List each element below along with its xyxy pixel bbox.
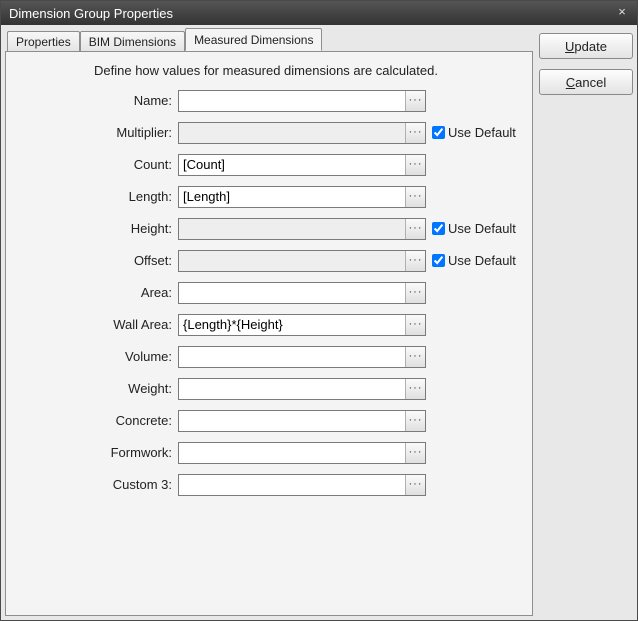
- count-field[interactable]: [Count] ···: [178, 154, 426, 176]
- row-multiplier: Multiplier: ··· Use Default: [18, 122, 520, 144]
- wall-area-field[interactable]: {Length}*{Height} ···: [178, 314, 426, 336]
- close-icon[interactable]: ×: [613, 5, 631, 21]
- offset-field: ···: [178, 250, 426, 272]
- concrete-browse-button[interactable]: ···: [405, 411, 425, 431]
- label-volume: Volume:: [18, 349, 178, 364]
- tab-strip: Properties BIM Dimensions Measured Dimen…: [5, 29, 533, 51]
- row-name: Name: ···: [18, 90, 520, 112]
- label-area: Area:: [18, 285, 178, 300]
- label-name: Name:: [18, 93, 178, 108]
- length-text[interactable]: [Length]: [179, 187, 405, 207]
- height-use-default-checkbox[interactable]: [432, 222, 445, 235]
- height-text: [179, 219, 405, 239]
- label-count: Count:: [18, 157, 178, 172]
- weight-field[interactable]: ···: [178, 378, 426, 400]
- row-concrete: Concrete: ···: [18, 410, 520, 432]
- use-default-label: Use Default: [448, 125, 516, 140]
- height-use-default[interactable]: Use Default: [432, 221, 520, 236]
- custom3-text[interactable]: [179, 475, 405, 495]
- custom3-browse-button[interactable]: ···: [405, 475, 425, 495]
- dialog-window: Dimension Group Properties × Properties …: [0, 0, 638, 621]
- concrete-field[interactable]: ···: [178, 410, 426, 432]
- row-wall-area: Wall Area: {Length}*{Height} ···: [18, 314, 520, 336]
- row-custom3: Custom 3: ···: [18, 474, 520, 496]
- multiplier-use-default-checkbox[interactable]: [432, 126, 445, 139]
- label-height: Height:: [18, 221, 178, 236]
- weight-text[interactable]: [179, 379, 405, 399]
- volume-text[interactable]: [179, 347, 405, 367]
- formwork-browse-button[interactable]: ···: [405, 443, 425, 463]
- wall-area-text[interactable]: {Length}*{Height}: [179, 315, 405, 335]
- concrete-text[interactable]: [179, 411, 405, 431]
- fields-container: Name: ··· Multiplier:: [18, 90, 520, 496]
- update-rest: pdate: [574, 39, 607, 54]
- multiplier-use-default[interactable]: Use Default: [432, 125, 520, 140]
- tab-bim-dimensions[interactable]: BIM Dimensions: [80, 31, 185, 52]
- name-field[interactable]: ···: [178, 90, 426, 112]
- titlebar: Dimension Group Properties ×: [1, 1, 637, 25]
- multiplier-field: ···: [178, 122, 426, 144]
- weight-browse-button[interactable]: ···: [405, 379, 425, 399]
- cancel-hotkey: C: [566, 75, 575, 90]
- label-multiplier: Multiplier:: [18, 125, 178, 140]
- height-field: ···: [178, 218, 426, 240]
- use-default-label: Use Default: [448, 221, 516, 236]
- custom3-field[interactable]: ···: [178, 474, 426, 496]
- tab-panel-measured: Define how values for measured dimension…: [5, 51, 533, 616]
- row-area: Area: ···: [18, 282, 520, 304]
- row-volume: Volume: ···: [18, 346, 520, 368]
- multiplier-text: [179, 123, 405, 143]
- area-field[interactable]: ···: [178, 282, 426, 304]
- area-browse-button[interactable]: ···: [405, 283, 425, 303]
- offset-text: [179, 251, 405, 271]
- label-wall-area: Wall Area:: [18, 317, 178, 332]
- area-text[interactable]: [179, 283, 405, 303]
- intro-text: Define how values for measured dimension…: [94, 62, 454, 80]
- tab-properties[interactable]: Properties: [7, 31, 80, 52]
- count-browse-button[interactable]: ···: [405, 155, 425, 175]
- formwork-text[interactable]: [179, 443, 405, 463]
- length-field[interactable]: [Length] ···: [178, 186, 426, 208]
- tab-measured-dimensions[interactable]: Measured Dimensions: [185, 28, 322, 51]
- update-button[interactable]: Update: [539, 33, 633, 59]
- offset-use-default-checkbox[interactable]: [432, 254, 445, 267]
- name-browse-button[interactable]: ···: [405, 91, 425, 111]
- offset-browse-button[interactable]: ···: [405, 251, 425, 271]
- label-custom3: Custom 3:: [18, 477, 178, 492]
- multiplier-browse-button[interactable]: ···: [405, 123, 425, 143]
- row-count: Count: [Count] ···: [18, 154, 520, 176]
- use-default-label: Use Default: [448, 253, 516, 268]
- cancel-rest: ancel: [575, 75, 606, 90]
- label-offset: Offset:: [18, 253, 178, 268]
- row-length: Length: [Length] ···: [18, 186, 520, 208]
- label-concrete: Concrete:: [18, 413, 178, 428]
- formwork-field[interactable]: ···: [178, 442, 426, 464]
- label-weight: Weight:: [18, 381, 178, 396]
- label-length: Length:: [18, 189, 178, 204]
- length-browse-button[interactable]: ···: [405, 187, 425, 207]
- cancel-button[interactable]: Cancel: [539, 69, 633, 95]
- row-weight: Weight: ···: [18, 378, 520, 400]
- row-formwork: Formwork: ···: [18, 442, 520, 464]
- offset-use-default[interactable]: Use Default: [432, 253, 520, 268]
- update-hotkey: U: [565, 39, 574, 54]
- left-pane: Properties BIM Dimensions Measured Dimen…: [5, 29, 533, 616]
- count-text[interactable]: [Count]: [179, 155, 405, 175]
- volume-browse-button[interactable]: ···: [405, 347, 425, 367]
- wall-area-browse-button[interactable]: ···: [405, 315, 425, 335]
- volume-field[interactable]: ···: [178, 346, 426, 368]
- row-height: Height: ··· Use Default: [18, 218, 520, 240]
- height-browse-button[interactable]: ···: [405, 219, 425, 239]
- label-formwork: Formwork:: [18, 445, 178, 460]
- window-title: Dimension Group Properties: [9, 6, 613, 21]
- row-offset: Offset: ··· Use Default: [18, 250, 520, 272]
- client-area: Properties BIM Dimensions Measured Dimen…: [1, 25, 637, 620]
- name-text[interactable]: [179, 91, 405, 111]
- right-pane: Update Cancel: [539, 29, 633, 616]
